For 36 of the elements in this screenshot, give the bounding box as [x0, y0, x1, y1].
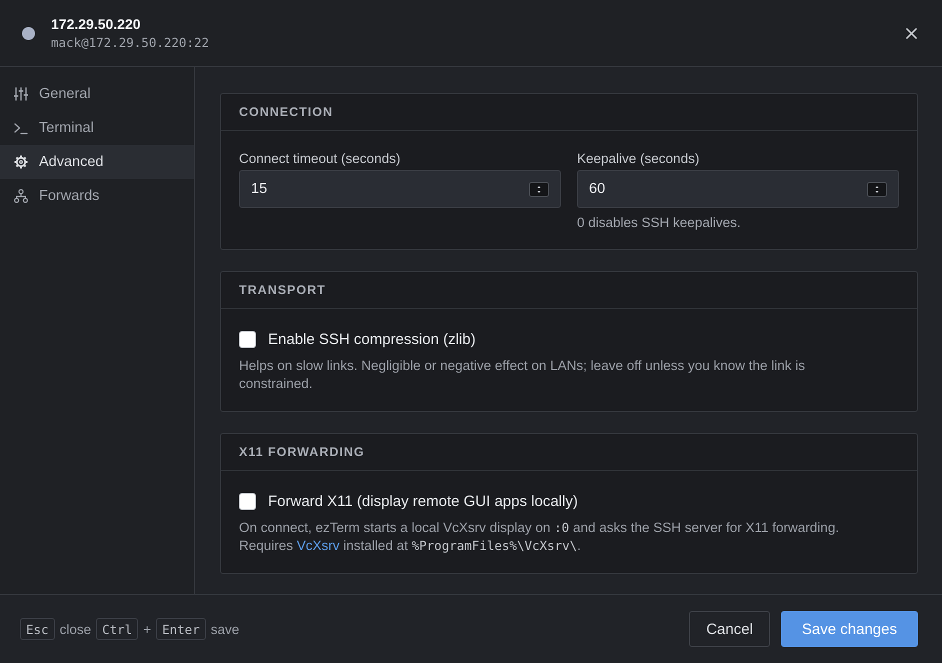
cancel-button[interactable]: Cancel: [689, 611, 770, 647]
shortcut-hint: +: [143, 622, 152, 636]
stepper-icon[interactable]: [867, 182, 887, 196]
field-label: Keepalive (seconds): [577, 151, 700, 167]
sliders-icon: [14, 87, 28, 101]
terminal-icon: [14, 121, 28, 135]
key-cap: Esc: [20, 618, 55, 640]
checkbox[interactable]: [239, 330, 256, 348]
close-icon[interactable]: [906, 28, 917, 38]
status-dot-icon: [22, 26, 35, 40]
field-hint: 0 disables SSH keepalives.: [577, 215, 742, 231]
section-title: CONNECTION: [239, 105, 334, 119]
key-cap: Enter: [156, 618, 206, 640]
sidebar-item[interactable]: Terminal: [0, 111, 194, 145]
sidebar-item[interactable]: Forwards: [0, 179, 194, 213]
number-field[interactable]: 60: [577, 170, 899, 208]
number-field[interactable]: 15: [239, 170, 561, 208]
section-title: X11 FORWARDING: [239, 445, 365, 459]
checkbox[interactable]: [239, 492, 256, 510]
checkbox-label[interactable]: Enable SSH compression (zlib): [268, 330, 476, 348]
shortcut-hint: close: [60, 622, 92, 636]
key-cap: Ctrl: [96, 618, 138, 640]
help-link[interactable]: VcXsrv: [296, 538, 340, 553]
sidebar-item[interactable]: General: [0, 77, 194, 111]
host-address: mack@172.29.50.220:22: [51, 34, 210, 50]
stepper-icon[interactable]: [529, 182, 549, 196]
field-label: Connect timeout (seconds): [239, 151, 402, 167]
section-title: TRANSPORT: [239, 283, 326, 297]
host-title: 172.29.50.220: [51, 16, 142, 32]
gear-icon: [14, 155, 28, 169]
network-icon: [14, 189, 28, 203]
shortcut-hint: save: [210, 622, 240, 636]
sidebar-item[interactable]: Advanced: [0, 145, 194, 179]
checkbox-label[interactable]: Forward X11 (display remote GUI apps locally): [268, 492, 578, 510]
help-text: On connect, ezTerm starts a local VcXsrv display on :0 and asks the SSH server for X11 forwarding. Requires VcXsrv installed at %ProgramFiles%\VcXsrv\.: [239, 519, 840, 555]
help-text: Helps on slow links. Negligible or negative effect on LANs; leave off unless you know the link is constrained.: [239, 357, 806, 393]
